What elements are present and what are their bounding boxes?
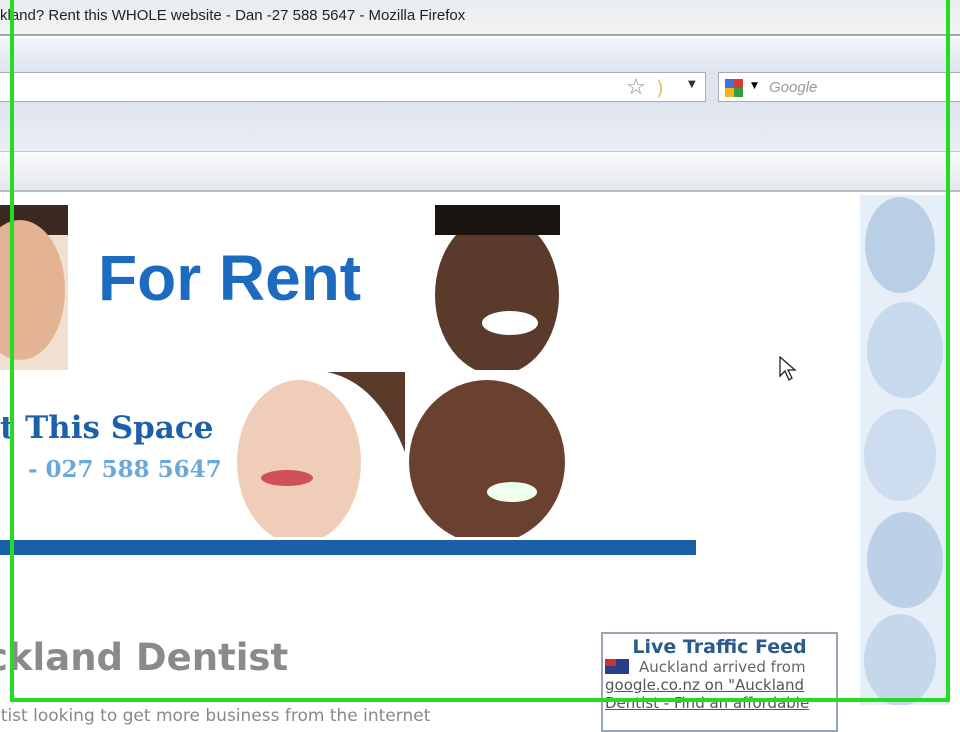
- feed-entry: Auckland arrived from google.co.nz on "A…: [603, 658, 836, 712]
- tab-bar: [0, 152, 960, 192]
- search-box[interactable]: ▼ Google: [718, 72, 960, 102]
- face-photo: [0, 205, 68, 370]
- faces-sidebar-image: [860, 195, 950, 705]
- rent-space-title: t This Space: [0, 410, 214, 446]
- window-title-bar: kland? Rent this WHOLE website - Dan -27…: [0, 0, 960, 36]
- window-title: kland? Rent this WHOLE website - Dan -27…: [0, 7, 466, 24]
- url-dropdown-icon[interactable]: ▼: [688, 79, 696, 90]
- feed-entry-link[interactable]: Dentist - Find an affordable: [605, 694, 834, 712]
- feed-entry-link[interactable]: google.co.nz on "Auckland: [605, 676, 834, 694]
- address-row: ☆ ) ▼ ▼ Google: [0, 70, 960, 104]
- face-photo: [237, 372, 405, 537]
- rent-this-space: t This Space - 027 588 5647: [0, 372, 236, 537]
- search-engine-dropdown-icon[interactable]: ▼: [751, 81, 758, 91]
- live-traffic-feed: Live Traffic Feed Auckland arrived from …: [601, 632, 838, 732]
- intro-text: ntist looking to get more business from …: [0, 706, 431, 726]
- page-heading: ckland Dentist: [0, 636, 289, 679]
- url-field[interactable]: ☆ ) ▼: [0, 72, 706, 102]
- feed-title: Live Traffic Feed: [632, 636, 807, 658]
- bookmark-star-icon[interactable]: ☆: [626, 75, 646, 100]
- mouse-cursor-icon: [779, 356, 797, 381]
- banner-divider: [0, 540, 696, 555]
- google-logo-icon[interactable]: [723, 77, 745, 99]
- search-input[interactable]: Google: [769, 79, 817, 96]
- rent-phone: - 027 588 5647: [28, 456, 222, 483]
- feed-entry-text: Auckland arrived from: [639, 658, 806, 676]
- nz-flag-icon: [605, 659, 629, 674]
- bookmarks-toolbar: [0, 104, 960, 152]
- navigation-toolbar: [0, 38, 960, 70]
- face-photo: [405, 205, 571, 370]
- for-rent-banner: For Rent: [70, 205, 405, 370]
- face-photo: [407, 372, 571, 537]
- feed-icon[interactable]: ): [656, 76, 664, 100]
